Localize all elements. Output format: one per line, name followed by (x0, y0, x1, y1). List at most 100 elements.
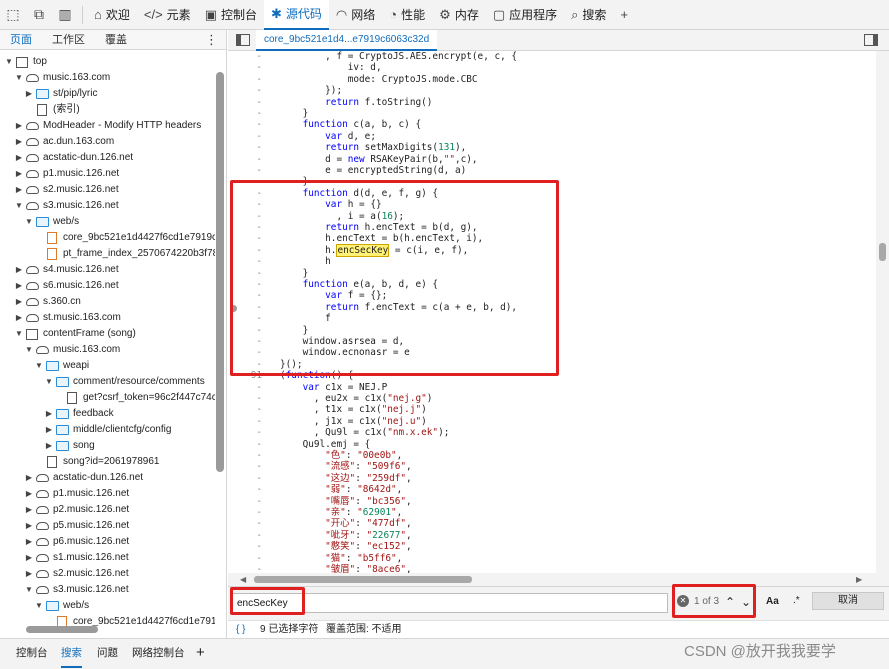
code-editor[interactable]: - , f = CryptoJS.AES.encrypt(e, c, {- iv… (228, 51, 876, 573)
drawer-tab-issues[interactable]: 问题 (97, 639, 118, 668)
code-line[interactable]: - } (228, 325, 876, 336)
tree-item[interactable]: ▼ music.163.com (14, 70, 110, 86)
line-number[interactable]: - (228, 416, 268, 427)
line-number[interactable]: - (228, 439, 268, 450)
line-number[interactable]: - (228, 108, 268, 119)
code-line[interactable]: - , t1x = c1x("nej.j") (228, 404, 876, 415)
line-number[interactable]: - (228, 97, 268, 108)
tree-item[interactable]: (索引) (24, 102, 80, 118)
drawer-tab-search[interactable]: 搜索 (61, 639, 82, 668)
line-number[interactable]: - (228, 507, 268, 518)
code-line[interactable]: - return f.encText = c(a + e, b, d), (228, 302, 876, 313)
code-line[interactable]: - function e(a, b, d, e) { (228, 279, 876, 290)
tab-network-wifi[interactable]: ◠ 网络 (329, 0, 382, 30)
line-number[interactable]: - (228, 290, 268, 301)
expand-down-icon[interactable]: ▼ (14, 70, 24, 86)
tree-item[interactable]: ▼ web/s (24, 214, 79, 230)
line-number[interactable]: - (228, 188, 268, 199)
tab-overrides[interactable]: 覆盖 (95, 30, 137, 50)
tree-item[interactable]: ▶ s2.music.126.net (24, 566, 129, 582)
code-line[interactable]: - return f.toString() (228, 97, 876, 108)
expand-right-icon[interactable]: ▶ (14, 294, 24, 310)
expand-down-icon[interactable]: ▼ (34, 598, 44, 614)
code-line[interactable]: - d = new RSAKeyPair(b,"",c), (228, 154, 876, 165)
code-line[interactable]: - "亲": "62901", (228, 507, 876, 518)
code-line[interactable]: - "弱": "8642d", (228, 484, 876, 495)
expand-right-icon[interactable]: ▶ (24, 518, 34, 534)
tree-item[interactable]: ▼ music.163.com (24, 342, 120, 358)
line-number[interactable]: - (228, 142, 268, 153)
line-number[interactable]: - (228, 119, 268, 130)
code-line[interactable]: - function c(a, b, c) { (228, 119, 876, 130)
line-number[interactable]: - (228, 51, 268, 62)
line-number[interactable]: - (228, 211, 268, 222)
tree-item[interactable]: ▶ middle/clientcfg/config (44, 422, 171, 438)
line-number[interactable]: - (228, 484, 268, 495)
tree-item[interactable]: ▶ p1.music.126.net (14, 166, 119, 182)
line-number[interactable]: - (228, 131, 268, 142)
previous-match-button[interactable]: ⌃ (722, 592, 738, 612)
drawer-tab-console[interactable]: 控制台 (16, 639, 48, 668)
tab-home[interactable]: ⌂ 欢迎 (87, 0, 137, 30)
line-number[interactable]: - (228, 199, 268, 210)
toggle-debugger-icon[interactable] (864, 34, 878, 46)
line-number[interactable]: - (228, 85, 268, 96)
cancel-button[interactable]: 取消 (812, 592, 884, 610)
expand-down-icon[interactable]: ▼ (44, 374, 54, 390)
line-number[interactable]: - (228, 154, 268, 165)
line-number[interactable]: - (228, 427, 268, 438)
code-line[interactable]: - , Qu9l = c1x("nm.x.ek"); (228, 427, 876, 438)
tree-item[interactable]: ▶ p2.music.126.net (24, 502, 129, 518)
line-number[interactable]: - (228, 268, 268, 279)
expand-down-icon[interactable]: ▼ (24, 214, 34, 230)
tree-item[interactable]: ▶ p6.music.126.net (24, 534, 129, 550)
code-line[interactable]: - , f = CryptoJS.AES.encrypt(e, c, { (228, 51, 876, 62)
inspect-element-icon[interactable]: ⬚ (0, 0, 26, 30)
line-number[interactable]: - (228, 496, 268, 507)
tab-application[interactable]: ▢ 应用程序 (486, 0, 564, 30)
expand-right-icon[interactable]: ▶ (24, 502, 34, 518)
code-line[interactable]: - h (228, 256, 876, 267)
expand-right-icon[interactable]: ▶ (14, 150, 24, 166)
expand-right-icon[interactable]: ▶ (24, 566, 34, 582)
code-line[interactable]: - iv: d, (228, 62, 876, 73)
code-line[interactable]: - f (228, 313, 876, 324)
tree-item[interactable]: ▼ weapi (34, 358, 89, 374)
regex-button[interactable]: .* (793, 595, 800, 606)
line-number[interactable]: - (228, 473, 268, 484)
tree-item[interactable]: ▶ p1.music.126.net (24, 486, 129, 502)
code-line[interactable]: - h.encSecKey = c(i, e, f), (228, 243, 876, 257)
add-panel-button[interactable]: + (613, 0, 635, 30)
tab-search[interactable]: ⌕ 搜索 (564, 0, 613, 30)
pretty-print-icon[interactable]: { } (236, 621, 245, 639)
code-line[interactable]: - return h.encText = b(d, g), (228, 222, 876, 233)
code-line[interactable]: - mode: CryptoJS.mode.CBC (228, 74, 876, 85)
line-number[interactable]: - (228, 62, 268, 73)
code-line[interactable]: - } (228, 176, 876, 187)
tree-item[interactable]: ▶ ModHeader - Modify HTTP headers (14, 118, 201, 134)
expand-right-icon[interactable]: ▶ (44, 406, 54, 422)
line-number[interactable]: - (228, 279, 268, 290)
line-number[interactable]: - (228, 347, 268, 358)
line-number[interactable]: - (228, 404, 268, 415)
scroll-right-icon[interactable]: ▶ (856, 575, 862, 584)
line-number[interactable]: - (228, 382, 268, 393)
line-number[interactable]: - (228, 336, 268, 347)
tree-item[interactable]: ▶ s1.music.126.net (24, 550, 129, 566)
code-line[interactable]: - Qu9l.emj = { (228, 439, 876, 450)
tree-item[interactable]: ▶ st/pip/lyric (24, 86, 97, 102)
tree-item[interactable]: ▶ s6.music.126.net (14, 278, 119, 294)
tree-item[interactable]: song?id=2061978961 (34, 454, 159, 470)
expand-right-icon[interactable]: ▶ (44, 438, 54, 454)
code-line[interactable]: - }); (228, 85, 876, 96)
expand-down-icon[interactable]: ▼ (14, 326, 24, 342)
line-number[interactable]: - (228, 518, 268, 529)
toggle-sidebar-icon[interactable]: ▥ (52, 0, 78, 30)
scroll-thumb[interactable] (254, 576, 472, 583)
code-horizontal-scrollbar[interactable]: ◀ ▶ (228, 573, 889, 586)
tree-item[interactable]: ▶ ac.dun.163.com (14, 134, 114, 150)
tree-item[interactable]: ▼ web/s (34, 598, 89, 614)
code-line[interactable]: - , j1x = c1x("nej.u") (228, 416, 876, 427)
expand-right-icon[interactable]: ▶ (24, 86, 34, 102)
expand-right-icon[interactable]: ▶ (24, 470, 34, 486)
